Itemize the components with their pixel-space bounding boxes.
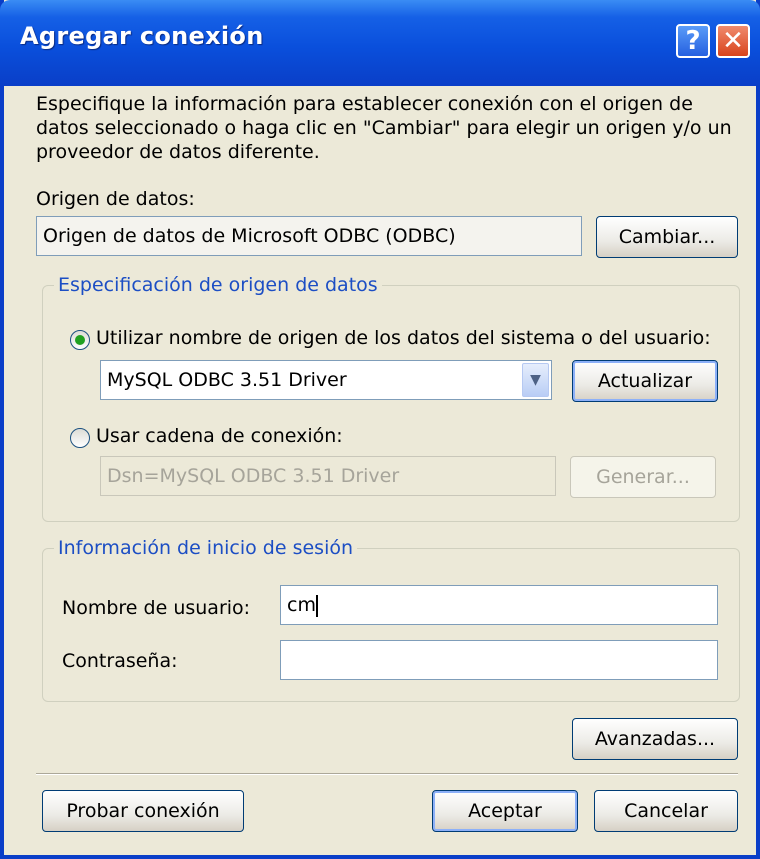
connection-string-radio[interactable] <box>70 428 90 448</box>
close-x-icon: ✕ <box>722 26 744 56</box>
data-source-spec-title: Especificación de origen de datos <box>54 274 382 296</box>
help-button[interactable]: ? <box>676 24 710 58</box>
refresh-button[interactable]: Actualizar <box>572 360 718 402</box>
username-input[interactable]: cm <box>280 585 718 625</box>
advanced-button[interactable]: Avanzadas... <box>572 718 738 760</box>
instructions-text: Especifique la información para establec… <box>36 93 732 163</box>
test-connection-button[interactable]: Probar conexión <box>42 790 244 832</box>
text-cursor <box>315 594 318 617</box>
login-info-title: Información de inicio de sesión <box>54 537 358 559</box>
change-data-source-button[interactable]: Cambiar... <box>596 216 738 258</box>
password-input[interactable] <box>280 640 718 680</box>
dsn-radio[interactable] <box>70 330 90 350</box>
connection-string-label[interactable]: Usar cadena de conexión: <box>96 425 343 447</box>
question-mark-icon: ? <box>685 26 701 56</box>
dsn-combobox-value: MySQL ODBC 3.51 Driver <box>107 369 347 391</box>
connection-string-field: Dsn=MySQL ODBC 3.51 Driver <box>100 456 556 496</box>
build-button: Generar... <box>570 456 716 498</box>
username-label: Nombre de usuario: <box>62 597 251 619</box>
ok-button[interactable]: Aceptar <box>432 790 578 832</box>
password-label: Contraseña: <box>62 650 178 672</box>
username-value: cm <box>287 594 316 616</box>
dsn-combobox[interactable]: MySQL ODBC 3.51 Driver <box>100 360 552 400</box>
dialog-title: Agregar conexión <box>20 22 264 50</box>
data-source-field: Origen de datos de Microsoft ODBC (ODBC) <box>36 216 582 256</box>
data-source-label: Origen de datos: <box>36 188 195 210</box>
separator <box>36 773 738 775</box>
radio-selected-dot <box>75 335 85 345</box>
cancel-button[interactable]: Cancelar <box>594 790 738 832</box>
close-button[interactable]: ✕ <box>716 24 750 58</box>
title-bar[interactable]: Agregar conexión ? ✕ <box>0 0 760 86</box>
dsn-option-label[interactable]: Utilizar nombre de origen de los datos d… <box>96 327 711 349</box>
chevron-down-icon[interactable]: ▼ <box>522 363 549 397</box>
